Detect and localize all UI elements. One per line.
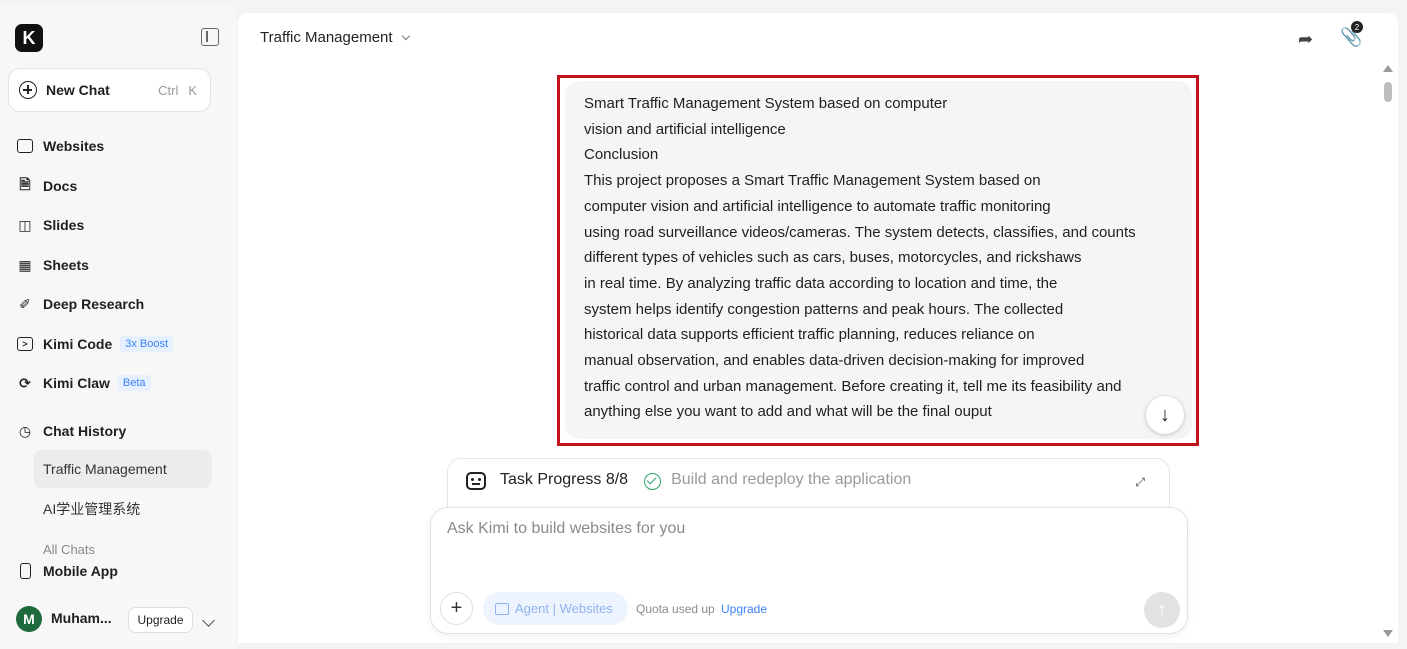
mobile-app-label: Mobile App xyxy=(43,563,118,579)
message-line: using road surveillance videos/cameras. … xyxy=(584,223,1136,241)
clock-icon: ◷ xyxy=(18,422,32,439)
browser-window-icon xyxy=(495,602,509,615)
sidebar-item-sheets[interactable]: ▦ Sheets xyxy=(16,253,89,277)
presentation-icon: ◫ xyxy=(18,216,32,233)
history-item-label: Traffic Management xyxy=(43,461,167,477)
message-line: historical data supports efficient traff… xyxy=(584,326,1035,344)
upgrade-link[interactable]: Upgrade xyxy=(721,602,767,616)
message-line: in real time. By analyzing traffic data … xyxy=(584,274,1058,292)
boost-badge: 3x Boost xyxy=(120,336,174,352)
history-item-traffic-management[interactable]: Traffic Management xyxy=(34,450,212,488)
chevron-down-icon[interactable] xyxy=(202,614,215,627)
message-line: Smart Traffic Management System based on… xyxy=(584,95,948,112)
sidebar-item-websites[interactable]: Websites xyxy=(16,134,104,158)
mobile-app-item[interactable]: Mobile App xyxy=(16,559,118,583)
browser-window-icon xyxy=(16,137,34,155)
research-icon: ✐ xyxy=(19,295,31,312)
message-line: system helps identify congestion pattern… xyxy=(584,300,1064,318)
all-chats-link[interactable]: All Chats xyxy=(43,542,95,554)
sidebar-item-kimi-code[interactable]: > Kimi Code 3x Boost xyxy=(16,332,174,356)
shortcut-hint: Ctrl K xyxy=(155,82,200,99)
claw-icon: ⟳ xyxy=(19,374,31,391)
sidebar: K New Chat Ctrl K Websites 🗎 Docs ◫ Slid… xyxy=(0,6,236,649)
history-item-label: AI学业管理系统 xyxy=(43,501,141,517)
document-icon: 🗎 xyxy=(19,176,31,192)
plus-circle-icon xyxy=(19,81,37,99)
sidebar-item-label: Websites xyxy=(43,138,105,154)
avatar[interactable]: M xyxy=(16,606,42,632)
check-circle-icon xyxy=(644,473,662,490)
beta-badge: Beta xyxy=(117,375,151,391)
shortcut-key-k: K xyxy=(188,82,197,98)
scroll-to-bottom-button[interactable]: ↓ xyxy=(1146,396,1184,434)
message-line: vision and artificial intelligence xyxy=(584,120,786,138)
user-message-text: Smart Traffic Management System based on… xyxy=(584,91,1184,425)
scrollbar-thumb[interactable] xyxy=(1384,82,1392,102)
agent-mode-chip[interactable]: Agent | Websites xyxy=(483,592,628,625)
robot-icon xyxy=(466,472,486,490)
shortcut-key-ctrl: Ctrl xyxy=(158,82,179,98)
history-item-ai-system[interactable]: AI学业管理系统 xyxy=(34,490,212,528)
sidebar-item-docs[interactable]: 🗎 Docs xyxy=(16,174,77,198)
new-chat-label: New Chat xyxy=(46,82,110,98)
chat-input[interactable] xyxy=(447,520,1167,580)
arrow-down-icon: ↓ xyxy=(1160,403,1170,426)
share-icon[interactable]: ➦ xyxy=(1298,29,1313,50)
user-name[interactable]: Muham... xyxy=(51,610,112,626)
chat-panel: Traffic Management ➦ 📎 2 Smart Traffic M… xyxy=(238,13,1398,643)
message-line: different types of vehicles such as cars… xyxy=(584,249,1082,267)
chat-history-header[interactable]: ◷ Chat History xyxy=(16,419,126,443)
message-line: anything else you want to add and what w… xyxy=(584,403,992,421)
new-chat-button[interactable]: New Chat Ctrl K xyxy=(8,68,211,112)
agent-mode-label: Agent | Websites xyxy=(515,601,613,616)
sidebar-item-slides[interactable]: ◫ Slides xyxy=(16,213,84,237)
add-attachment-button[interactable]: + xyxy=(440,592,473,625)
phone-icon xyxy=(16,562,34,580)
quota-status: Quota used up xyxy=(636,602,715,616)
chat-history-label: Chat History xyxy=(43,423,127,439)
sidebar-item-label: Kimi Claw xyxy=(43,375,110,391)
message-line: computer vision and artificial intellige… xyxy=(584,197,1051,215)
sidebar-item-label: Docs xyxy=(43,178,78,194)
sidebar-item-label: Slides xyxy=(43,217,85,233)
plus-icon: + xyxy=(450,597,463,619)
attachment-count-badge: 2 xyxy=(1351,21,1363,33)
send-button[interactable]: ↑ xyxy=(1144,592,1180,628)
terminal-icon: > xyxy=(16,335,34,353)
expand-icon[interactable]: ⤢ xyxy=(1135,475,1145,490)
message-line: Conclusion xyxy=(584,146,659,164)
arrow-up-icon: ↑ xyxy=(1158,601,1166,618)
message-line: This project proposes a Smart Traffic Ma… xyxy=(584,172,1041,190)
scroll-up-arrow[interactable] xyxy=(1383,65,1393,72)
page-title: Traffic Management xyxy=(260,29,393,46)
chat-input-box: + Agent | Websites Quota used up Upgrade… xyxy=(430,507,1188,634)
task-description: Build and redeploy the application xyxy=(671,471,912,488)
chevron-down-icon xyxy=(401,31,410,40)
sidebar-toggle-icon[interactable] xyxy=(201,28,219,46)
kimi-logo-icon[interactable]: K xyxy=(15,24,43,52)
chat-title-dropdown[interactable]: Traffic Management xyxy=(260,29,410,46)
sidebar-item-deep-research[interactable]: ✐ Deep Research xyxy=(16,292,144,316)
scroll-down-arrow[interactable] xyxy=(1383,630,1393,637)
message-line: manual observation, and enables data-dri… xyxy=(584,352,1085,370)
upgrade-button[interactable]: Upgrade xyxy=(128,607,193,633)
sidebar-item-kimi-claw[interactable]: ⟳ Kimi Claw Beta xyxy=(16,371,151,395)
sidebar-item-label: Sheets xyxy=(43,257,89,273)
task-progress-label: Task Progress 8/8 xyxy=(500,471,629,488)
message-line: traffic control and urban management. Be… xyxy=(584,377,1122,395)
sidebar-item-label: Deep Research xyxy=(43,296,145,312)
sidebar-item-label: Kimi Code xyxy=(43,336,113,352)
table-icon: ▦ xyxy=(18,256,32,273)
